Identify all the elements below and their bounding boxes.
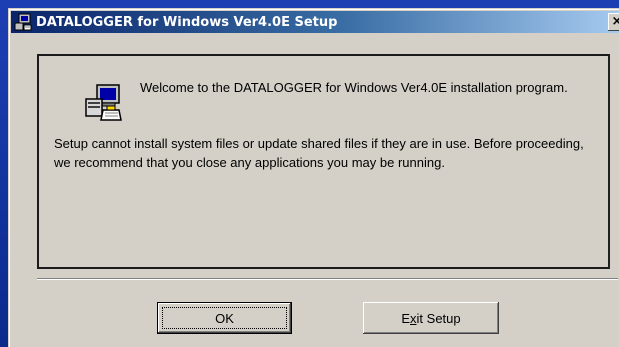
warning-message: Setup cannot install system files or upd… [54, 136, 584, 170]
close-button[interactable]: × [608, 13, 619, 31]
separator [37, 278, 618, 280]
setup-computer-icon [14, 13, 32, 31]
ok-button-label: OK [215, 310, 234, 326]
close-icon: × [611, 14, 619, 29]
ok-button[interactable]: OK [157, 302, 292, 334]
message-panel: Welcome to the DATALOGGER for Windows Ve… [37, 54, 610, 269]
title-bar[interactable]: DATALOGGER for Windows Ver4.0E Setup × [11, 11, 619, 33]
exit-setup-button[interactable]: Exit Setup [363, 302, 499, 334]
setup-computer-icon [83, 83, 123, 123]
exit-setup-label: Exit Setup [401, 311, 460, 326]
setup-dialog: DATALOGGER for Windows Ver4.0E Setup × W… [8, 8, 619, 347]
welcome-text: Welcome to the DATALOGGER for Windows Ve… [140, 80, 568, 95]
window-title: DATALOGGER for Windows Ver4.0E Setup [36, 14, 338, 30]
exit-label-suffix: it Setup [416, 310, 461, 326]
exit-label-prefix: E [401, 310, 411, 326]
